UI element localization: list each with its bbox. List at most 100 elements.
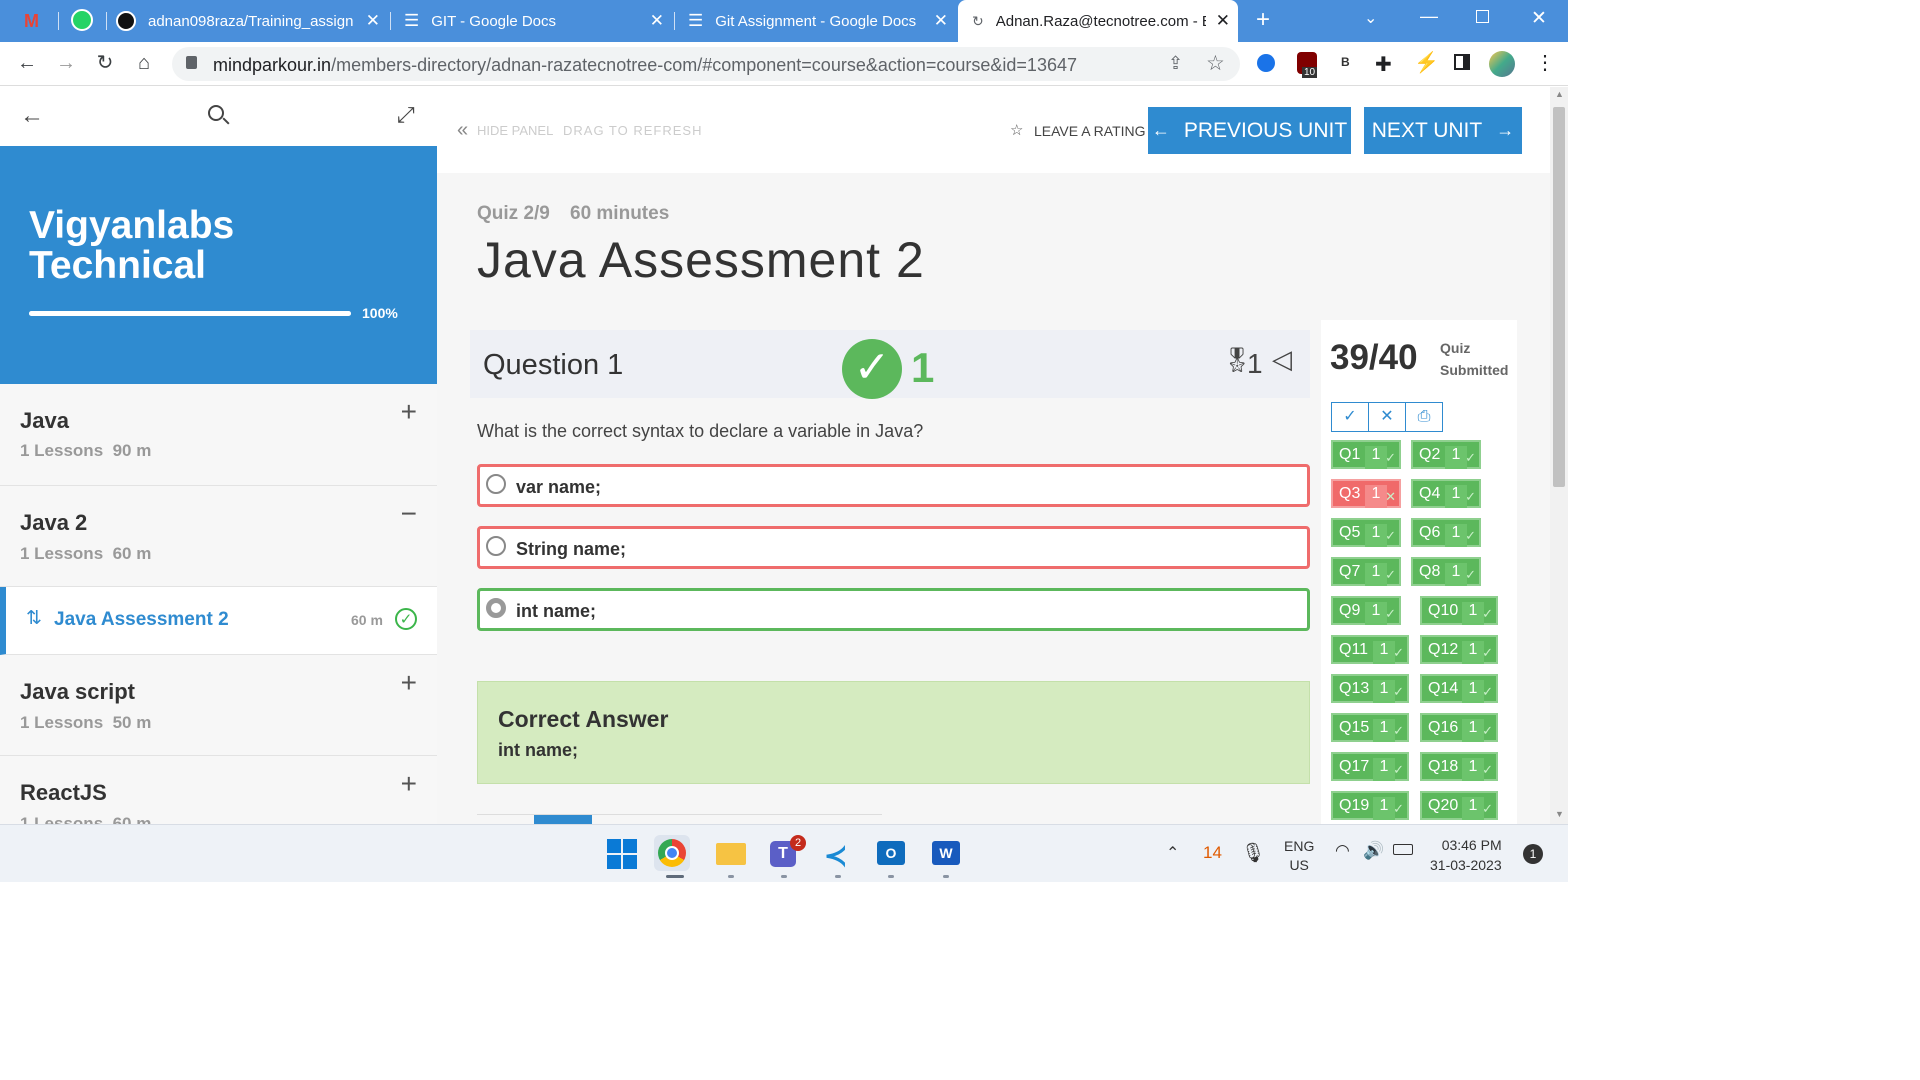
teams-icon[interactable]: T 2 — [766, 835, 806, 871]
correct-answer-value: int name; — [498, 740, 579, 760]
question-status-button[interactable]: Q1 1 ✓ — [1331, 440, 1401, 469]
expand-icon[interactable]: + — [401, 667, 417, 699]
forward-icon[interactable]: → — [54, 50, 78, 76]
bookmark-star-icon[interactable]: ☆ — [1206, 51, 1225, 76]
question-status-button[interactable]: Q8 1 ✓ — [1411, 557, 1481, 586]
notification-badge[interactable]: 1 — [1523, 844, 1543, 864]
section-reactjs[interactable]: ReactJS 1 Lessons 60 m + — [0, 756, 437, 824]
radio-button-selected[interactable] — [486, 598, 506, 618]
word-icon[interactable]: W — [928, 835, 964, 871]
outlook-icon[interactable]: O — [873, 835, 909, 871]
tab-active[interactable]: ↻ Adnan.Raza@tecnotree.com - E ✕ — [958, 0, 1238, 42]
mic-muted-icon[interactable]: 🎙 — [1241, 841, 1265, 865]
expand-icon[interactable]: + — [401, 396, 417, 428]
tab-git-docs[interactable]: ☰ GIT - Google Docs ✕ — [400, 0, 672, 42]
whatsapp-icon[interactable] — [71, 9, 93, 31]
volume-icon[interactable]: 🔊 — [1363, 841, 1384, 861]
profile-avatar[interactable] — [1489, 51, 1515, 77]
answer-option[interactable]: var name; — [477, 464, 1310, 507]
question-status-button[interactable]: Q19 1 ✓ — [1331, 791, 1409, 820]
question-status-button[interactable]: Q13 1 ✓ — [1331, 674, 1409, 703]
gmail-icon[interactable]: M — [24, 11, 39, 32]
question-status-button[interactable]: Q18 1 ✓ — [1420, 752, 1498, 781]
windows-start-icon[interactable] — [607, 839, 637, 869]
answer-option[interactable]: String name; — [477, 526, 1310, 569]
unit-java-assessment-2[interactable]: ⇅ Java Assessment 2 60 m ✓ — [0, 587, 437, 655]
question-status-button[interactable]: Q15 1 ✓ — [1331, 713, 1409, 742]
tray-chevron-icon[interactable]: ⌃ — [1166, 843, 1179, 863]
question-status-button[interactable]: Q16 1 ✓ — [1420, 713, 1498, 742]
question-status-button[interactable]: Q9 1 ✓ — [1331, 596, 1401, 625]
scroll-down-icon[interactable]: ▼ — [1555, 809, 1564, 819]
question-status-button[interactable]: Q6 1 ✓ — [1411, 518, 1481, 547]
tray-number[interactable]: 14 — [1203, 843, 1222, 863]
close-tab-icon[interactable]: ✕ — [650, 11, 664, 31]
scroll-thumb[interactable] — [1553, 107, 1565, 487]
chrome-taskbar-icon[interactable] — [654, 835, 690, 871]
close-tab-icon[interactable]: ✕ — [366, 11, 380, 31]
close-window-icon[interactable]: ✕ — [1531, 7, 1547, 30]
hide-panel-icon[interactable]: « — [457, 119, 468, 142]
leave-rating-link[interactable]: LEAVE A RATING — [1034, 123, 1146, 139]
edge-ext-icon[interactable] — [1257, 54, 1275, 72]
scroll-up-icon[interactable]: ▲ — [1555, 89, 1564, 99]
radio-button[interactable] — [486, 536, 506, 556]
share-icon[interactable]: ⇪ — [1168, 53, 1183, 74]
previous-unit-button[interactable]: ← PREVIOUS UNIT — [1148, 107, 1351, 154]
next-unit-button[interactable]: NEXT UNIT → — [1364, 107, 1522, 154]
close-tab-icon[interactable]: ✕ — [934, 11, 948, 31]
flag-icon[interactable]: ◁ — [1272, 344, 1292, 375]
file-explorer-icon[interactable] — [713, 835, 749, 871]
section-java[interactable]: Java 1 Lessons 90 m + — [0, 384, 437, 486]
battery-icon[interactable] — [1393, 844, 1413, 855]
language-indicator[interactable]: ENG US — [1284, 837, 1314, 875]
question-status-button[interactable]: Q2 1 ✓ — [1411, 440, 1481, 469]
question-status-button[interactable]: Q3 1 ✕ — [1331, 479, 1401, 508]
question-status-button[interactable]: Q17 1 ✓ — [1331, 752, 1409, 781]
reload-icon[interactable]: ↻ — [93, 50, 117, 76]
hide-panel-link[interactable]: HIDE PANEL — [477, 123, 553, 138]
expand-icon[interactable]: + — [401, 768, 417, 800]
tab-search-icon[interactable]: ⌄ — [1364, 8, 1377, 28]
fullscreen-icon[interactable]: ⤢ — [397, 102, 415, 128]
rating-star-icon[interactable]: ☆ — [1010, 121, 1023, 139]
back-icon[interactable]: ← — [15, 50, 39, 76]
tab-git-assignment[interactable]: ☰ Git Assignment - Google Docs ✕ — [684, 0, 956, 42]
home-icon[interactable]: ⌂ — [132, 50, 156, 76]
page-scrollbar[interactable]: ▲ ▼ — [1550, 87, 1568, 824]
question-status-button[interactable]: Q7 1 ✓ — [1331, 557, 1401, 586]
filter-wrong-icon[interactable]: ✕ — [1369, 403, 1406, 431]
question-status-button[interactable]: Q11 1 ✓ — [1331, 635, 1409, 664]
question-status-button[interactable]: Q10 1 ✓ — [1420, 596, 1498, 625]
lightning-ext-icon[interactable]: ⚡ — [1414, 50, 1439, 75]
filter-correct-icon[interactable]: ✓ — [1332, 403, 1369, 431]
puzzle-extensions-icon[interactable]: ✚ — [1375, 52, 1392, 77]
back-arrow-icon[interactable]: ← — [20, 102, 44, 130]
section-meta: 1 Lessons 60 m — [20, 544, 152, 563]
vscode-icon[interactable]: ≺ — [820, 835, 856, 871]
question-status-button[interactable]: Q20 1 ✓ — [1420, 791, 1498, 820]
minimize-icon[interactable]: — — [1420, 6, 1438, 27]
omnibox[interactable]: mindparkour.in/members-directory/adnan-r… — [172, 47, 1240, 81]
tab-github[interactable]: adnan098raza/Training_assignm ✕ — [116, 0, 388, 42]
question-status-button[interactable]: Q12 1 ✓ — [1420, 635, 1498, 664]
question-status-button[interactable]: Q4 1 ✓ — [1411, 479, 1481, 508]
sidepanel-icon[interactable] — [1454, 54, 1470, 70]
collapse-icon[interactable]: − — [401, 498, 417, 530]
section-java-2[interactable]: Java 2 1 Lessons 60 m − — [0, 486, 437, 587]
menu-kebab-icon[interactable]: ⋮ — [1535, 50, 1555, 75]
close-tab-icon[interactable]: ✕ — [1216, 11, 1230, 31]
clock[interactable]: 03:46 PM 31-03-2023 — [1430, 835, 1502, 875]
page-button-active[interactable] — [534, 815, 592, 824]
restore-icon[interactable] — [1476, 10, 1489, 23]
wifi-icon[interactable]: ◠ — [1335, 841, 1350, 861]
radio-button[interactable] — [486, 474, 506, 494]
answer-option-correct[interactable]: int name; — [477, 588, 1310, 631]
new-tab-icon[interactable]: + — [1256, 6, 1270, 34]
question-status-button[interactable]: Q14 1 ✓ — [1420, 674, 1498, 703]
b-ext-icon[interactable]: B — [1341, 55, 1350, 69]
quiz-sort-icon: ⇅ — [26, 608, 42, 629]
print-icon[interactable]: ⎙ — [1406, 403, 1442, 431]
section-java-script[interactable]: Java script 1 Lessons 50 m + — [0, 655, 437, 756]
question-status-button[interactable]: Q5 1 ✓ — [1331, 518, 1401, 547]
